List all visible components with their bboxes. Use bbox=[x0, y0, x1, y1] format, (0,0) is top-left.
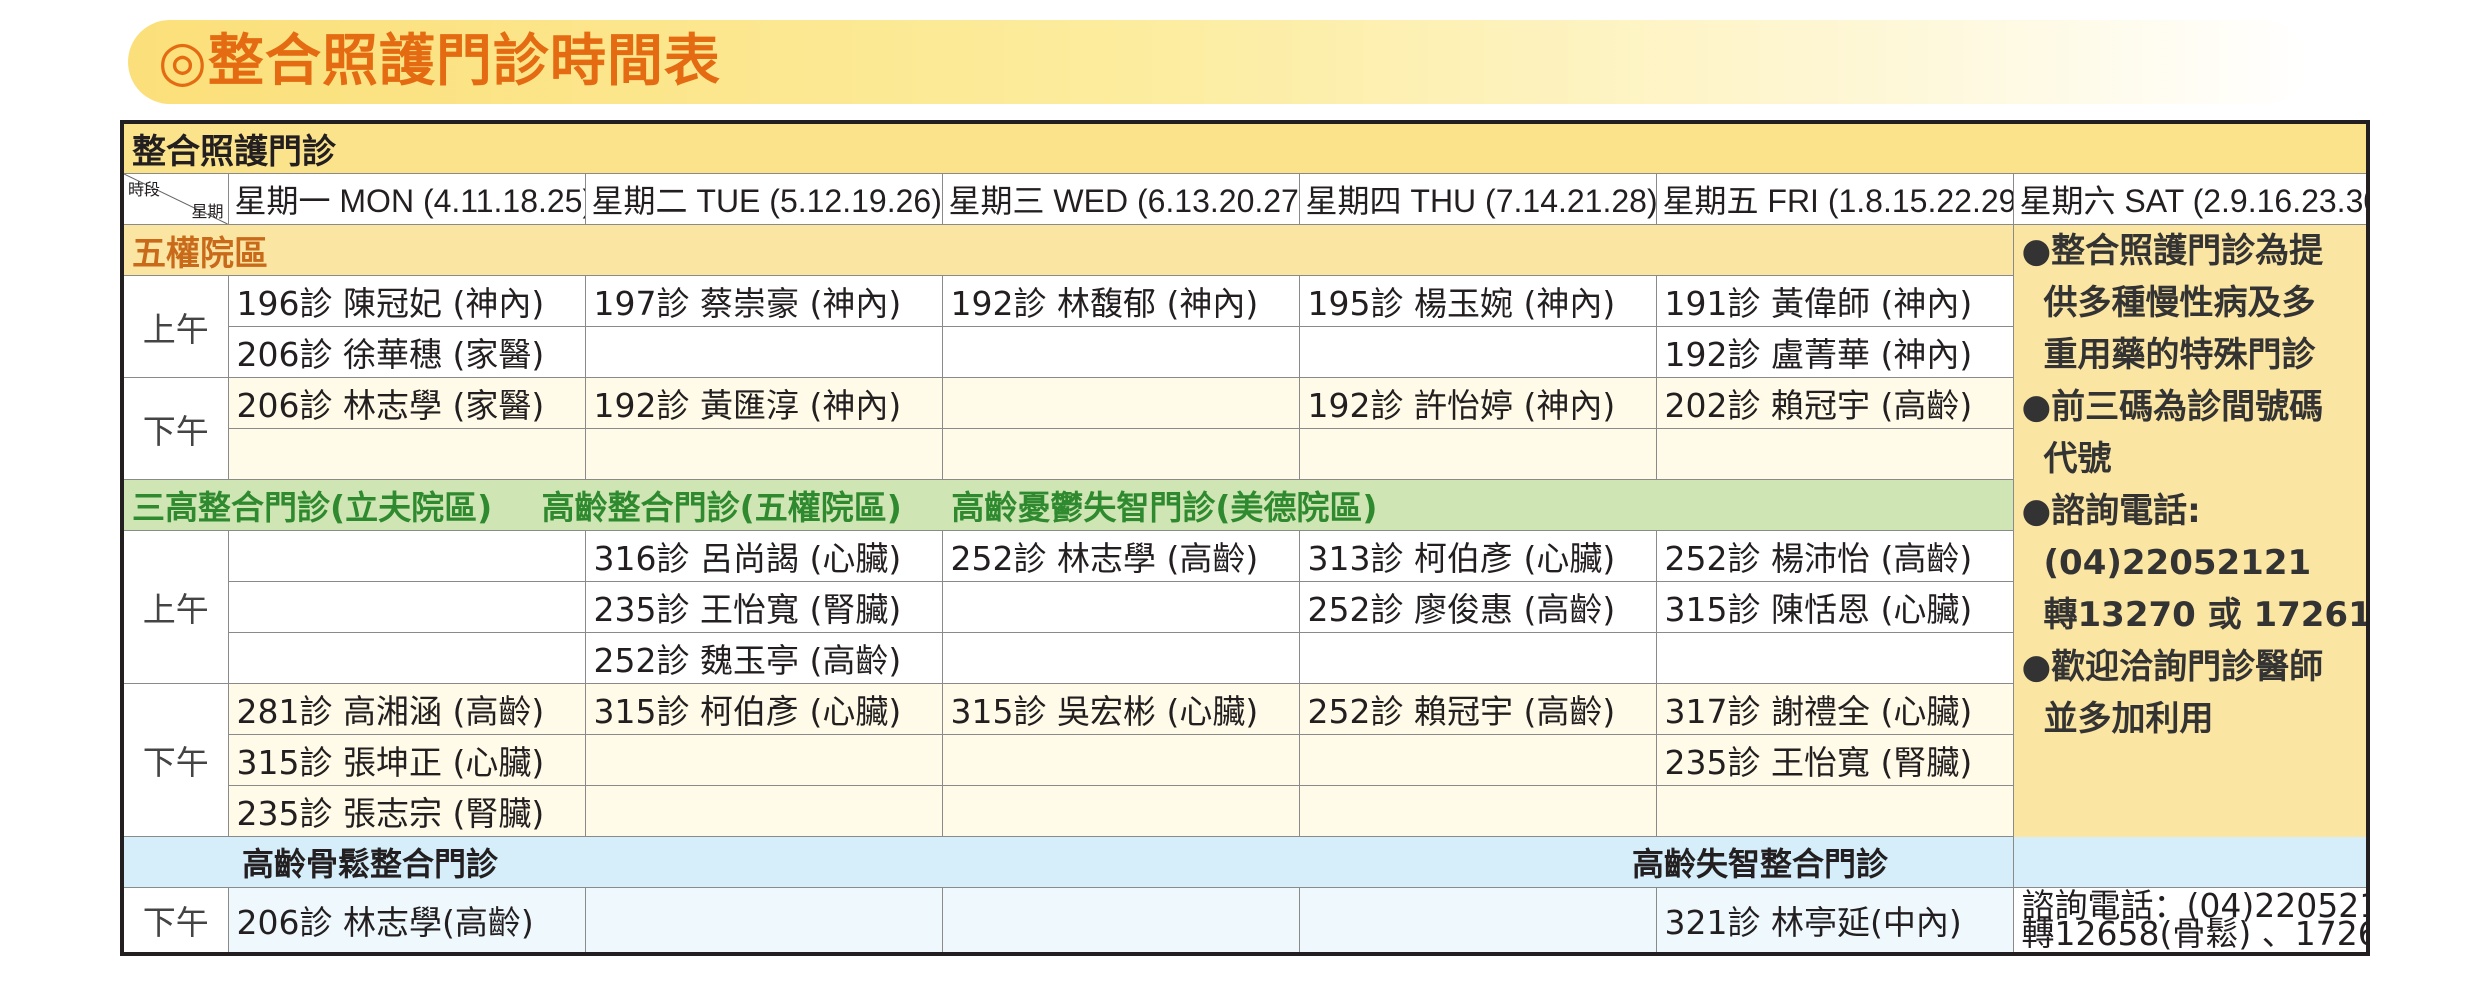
corner-label-weekday: 星期 bbox=[191, 204, 224, 221]
contact-extension: 轉12658(骨鬆) 、17262(失智) bbox=[2021, 913, 2368, 953]
schedule-cell: 321診 林亭延(中內) bbox=[1655, 887, 2014, 954]
corner-header: 時段 星期 bbox=[121, 173, 229, 225]
schedule-cell: 281診 高湘涵 (高齡) bbox=[227, 683, 586, 735]
schedule-cell: 316診 呂尚謁 (心臟) bbox=[584, 530, 943, 582]
schedule-cell bbox=[941, 734, 1300, 786]
day-header-sat: 星期六 SAT (2.9.16.23.30) bbox=[2012, 173, 2369, 225]
schedule-cell: 252診 廖俊惠 (高齡) bbox=[1298, 581, 1657, 633]
schedule-cell bbox=[941, 581, 1300, 633]
schedule-cell: 195診 楊玉婉 (神內) bbox=[1298, 275, 1657, 327]
note-line: 轉13270 或 17261 bbox=[2043, 595, 2368, 635]
period-label-am: 上午 bbox=[121, 530, 229, 684]
period-label-am: 上午 bbox=[121, 275, 229, 378]
header-row: 時段 星期 星期一 MON (4.11.18.25) 星期二 TUE (5.12… bbox=[121, 173, 2369, 225]
schedule-cell bbox=[1655, 632, 2014, 684]
schedule-cell bbox=[1298, 632, 1657, 684]
schedule-cell: 235診 張志宗 (腎臟) bbox=[227, 785, 586, 837]
period-label-pm: 下午 bbox=[121, 683, 229, 837]
schedule-table: 整合照護門診 時段 星期 星期一 MON (4.11.18.25) 星期二 TU… bbox=[120, 120, 2370, 956]
contact-note: 諮詢電話：(04)22052121 轉12658(骨鬆) 、17262(失智) bbox=[2012, 887, 2369, 954]
schedule-cell: 235診 王怡寬 (腎臟) bbox=[584, 581, 943, 633]
note-line: ●前三碼為診間號碼 bbox=[2021, 387, 2324, 427]
section-header-osteo-dementia: 高齡骨鬆整合門診 高齡失智整合門診 bbox=[121, 836, 2369, 888]
day-header-wed: 星期三 WED (6.13.20.27) bbox=[941, 173, 1300, 225]
schedule-cell bbox=[584, 785, 943, 837]
page-title: ◎整合照護門診時間表 bbox=[158, 29, 721, 94]
section-header-wuquan: 五權院區 ●整合照護門診為提 供多種慢性病及多 重用藥的特殊門診 ●前三碼為診間… bbox=[121, 224, 2369, 888]
schedule-cell: 192診 黃匯淳 (神內) bbox=[584, 377, 943, 429]
section-label-wuquan: 五權院區 bbox=[121, 224, 2014, 276]
schedule-cell: 206診 林志學(高齡) bbox=[227, 887, 586, 954]
schedule-cell bbox=[941, 785, 1300, 837]
section-label-osteoporosis: 高齡骨鬆整合門診 bbox=[242, 845, 499, 883]
schedule-cell bbox=[584, 326, 943, 378]
schedule-cell: 252診 魏玉亭 (高齡) bbox=[584, 632, 943, 684]
schedule-cell bbox=[941, 377, 1300, 429]
schedule-cell: 252診 楊沛怡 (高齡) bbox=[1655, 530, 2014, 582]
corner-label-period: 時段 bbox=[128, 182, 161, 199]
section-label-elderly: 高齡整合門診(五權院區) bbox=[541, 488, 902, 527]
section-labels: 高齡骨鬆整合門診 高齡失智整合門診 bbox=[121, 836, 2369, 888]
schedule-cell: 192診 許怡婷 (神內) bbox=[1298, 377, 1657, 429]
day-header-tue: 星期二 TUE (5.12.19.26) bbox=[584, 173, 943, 225]
schedule-cell: 315診 張坤正 (心臟) bbox=[227, 734, 586, 786]
schedule-cell bbox=[1298, 428, 1657, 480]
note-line: (04)22052121 bbox=[2043, 543, 2312, 583]
section-label-dementia: 高齡憂鬱失智門診(美德院區) bbox=[951, 488, 1378, 527]
table-title-row: 整合照護門診 bbox=[121, 121, 2369, 174]
schedule-cell: 252診 賴冠宇 (高齡) bbox=[1298, 683, 1657, 735]
schedule-cell: 317診 謝禮全 (心臟) bbox=[1655, 683, 2014, 735]
note-line: 並多加利用 bbox=[2043, 699, 2214, 739]
schedule-cell: 315診 柯伯彥 (心臟) bbox=[584, 683, 943, 735]
schedule-cell bbox=[1298, 326, 1657, 378]
schedule-cell bbox=[584, 734, 943, 786]
schedule-cell: 192診 林馥郁 (神內) bbox=[941, 275, 1300, 327]
schedule-cell bbox=[1655, 785, 2014, 837]
section-label-sangao: 三高整合門診(立夫院區) bbox=[132, 488, 493, 527]
schedule-cell bbox=[227, 428, 586, 480]
schedule-cell: 206診 林志學 (家醫) bbox=[227, 377, 586, 429]
schedule-cell: 315診 吳宏彬 (心臟) bbox=[941, 683, 1300, 735]
schedule-cell bbox=[584, 887, 943, 954]
schedule-cell bbox=[1298, 734, 1657, 786]
schedule-cell bbox=[941, 887, 1300, 954]
schedule-cell bbox=[227, 581, 586, 633]
day-header-thu: 星期四 THU (7.14.21.28) bbox=[1298, 173, 1657, 225]
note-line: ●歡迎洽詢門診醫師 bbox=[2021, 647, 2324, 687]
note-line: 重用藥的特殊門診 bbox=[2043, 335, 2316, 375]
schedule-cell: 197診 蔡崇豪 (神內) bbox=[584, 275, 943, 327]
note-line: ●諮詢電話: bbox=[2021, 491, 2201, 531]
schedule-cell bbox=[227, 632, 586, 684]
schedule-cell bbox=[227, 530, 586, 582]
schedule-cell: 313診 柯伯彥 (心臟) bbox=[1298, 530, 1657, 582]
schedule-cell bbox=[1298, 785, 1657, 837]
schedule-cell: 252診 林志學 (高齡) bbox=[941, 530, 1300, 582]
schedule-cell: 206診 徐華穗 (家醫) bbox=[227, 326, 586, 378]
schedule-cell bbox=[584, 428, 943, 480]
schedule-cell: 202診 賴冠宇 (高齡) bbox=[1655, 377, 2014, 429]
schedule-cell bbox=[941, 326, 1300, 378]
schedule-cell: 315診 陳恬恩 (心臟) bbox=[1655, 581, 2014, 633]
schedule-cell: 191診 黃偉師 (神內) bbox=[1655, 275, 2014, 327]
note-line: 供多種慢性病及多 bbox=[2043, 283, 2316, 323]
schedule-cell bbox=[1298, 887, 1657, 954]
section-label-dementia-integrated: 高齡失智整合門診 bbox=[1632, 845, 1889, 883]
day-header-mon: 星期一 MON (4.11.18.25) bbox=[227, 173, 586, 225]
schedule-cell bbox=[941, 632, 1300, 684]
table-title: 整合照護門診 bbox=[121, 121, 2369, 174]
schedule-cell bbox=[941, 428, 1300, 480]
notes-panel: ●整合照護門診為提 供多種慢性病及多 重用藥的特殊門診 ●前三碼為診間號碼 代號… bbox=[2012, 224, 2369, 888]
period-label-pm: 下午 bbox=[121, 887, 229, 954]
period-label-pm: 下午 bbox=[121, 377, 229, 480]
schedule-cell: 235診 王怡寬 (腎臟) bbox=[1655, 734, 2014, 786]
table-row: 下午 206診 林志學(高齡) 321診 林亭延(中內) 諮詢電話：(04)22… bbox=[121, 887, 2369, 954]
day-header-fri: 星期五 FRI (1.8.15.22.29) bbox=[1655, 173, 2014, 225]
note-line: ●整合照護門診為提 bbox=[2021, 231, 2324, 271]
schedule-cell bbox=[1655, 428, 2014, 480]
schedule-cell: 192診 盧菁華 (神內) bbox=[1655, 326, 2014, 378]
section-labels: 三高整合門診(立夫院區) 高齡整合門診(五權院區) 高齡憂鬱失智門診(美德院區) bbox=[121, 479, 2014, 531]
note-line: 代號 bbox=[2043, 439, 2112, 479]
schedule-cell: 196診 陳冠妃 (神內) bbox=[227, 275, 586, 327]
